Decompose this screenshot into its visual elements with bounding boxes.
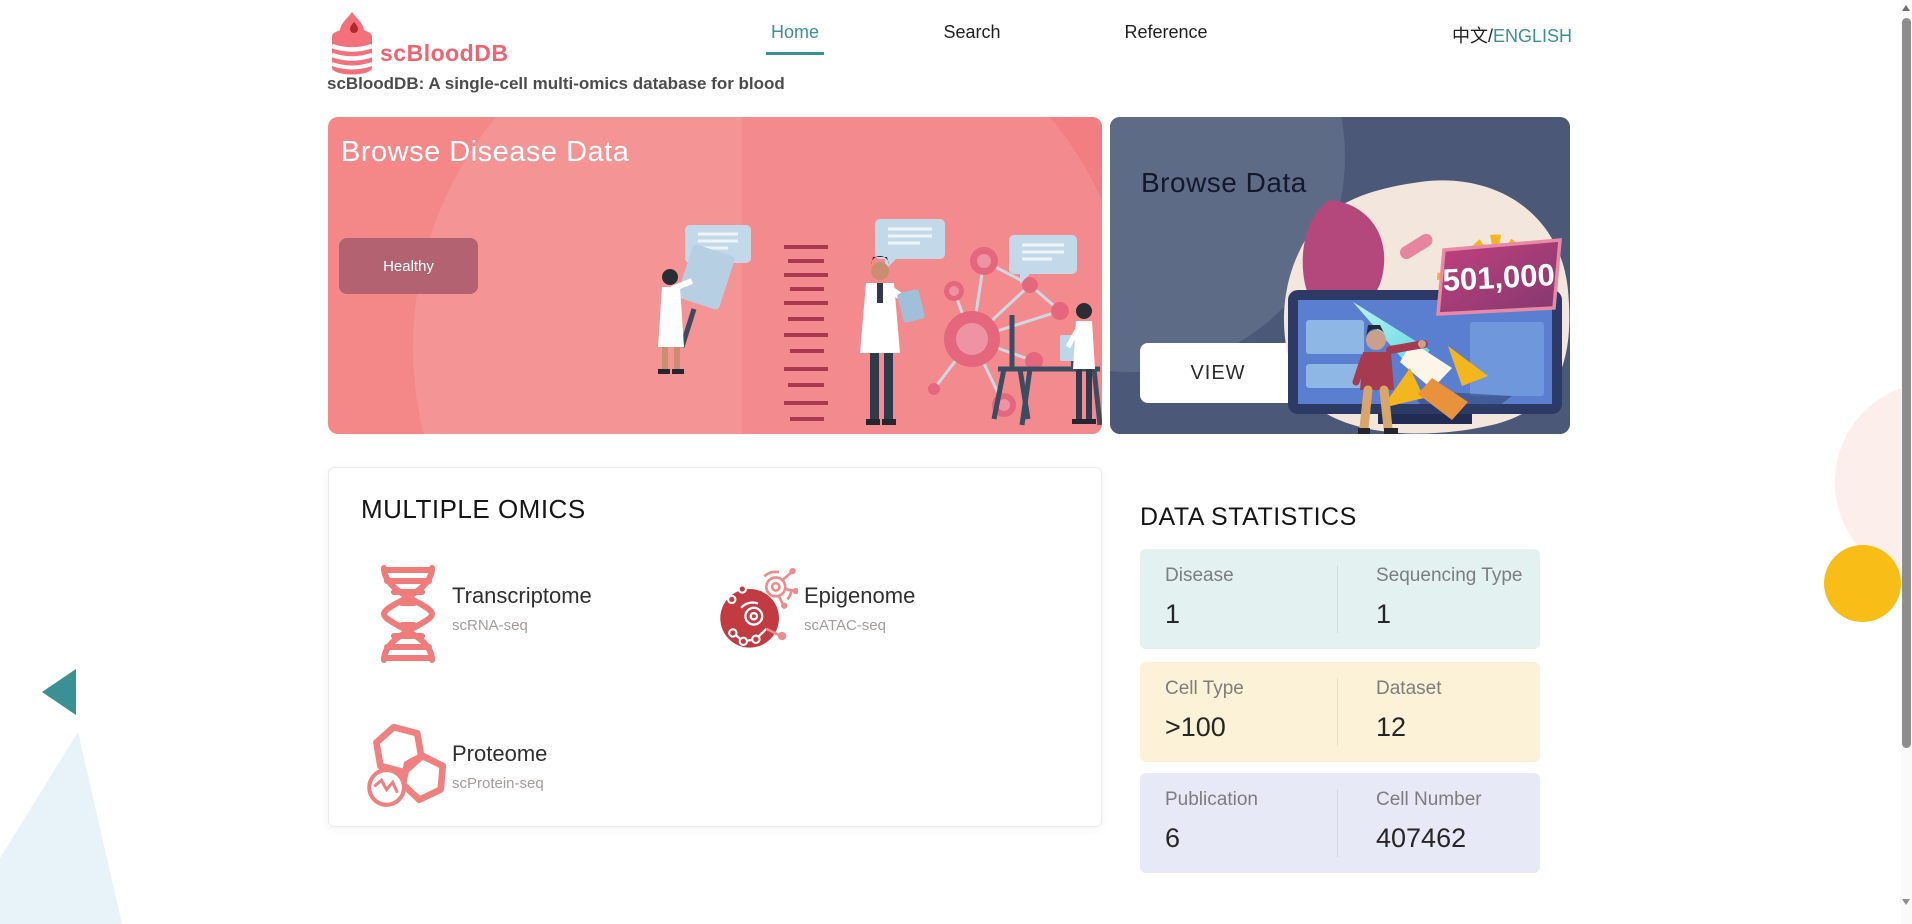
- side-circle-yellow-decoration: [1824, 545, 1901, 622]
- omics-section-title: MULTIPLE OMICS: [361, 494, 586, 525]
- omics-item-transcriptome[interactable]: Transcriptome scRNA-seq: [452, 583, 592, 634]
- omics-method: scATAC-seq: [804, 617, 915, 634]
- site-tagline: scBloodDB: A single-cell multi-omics dat…: [327, 74, 785, 94]
- omics-name: Proteome: [452, 741, 547, 767]
- omics-item-epigenome[interactable]: Epigenome scATAC-seq: [804, 583, 915, 634]
- brand-name: scBloodDB: [380, 40, 508, 67]
- stat-label: Cell Type: [1165, 678, 1244, 700]
- nav-item-reference-label: Reference: [1124, 22, 1207, 42]
- carousel-prev-arrow[interactable]: [42, 669, 76, 715]
- stat-label: Cell Number: [1376, 789, 1482, 811]
- language-english-link[interactable]: ENGLISH: [1493, 26, 1572, 46]
- stat-value: 1: [1376, 599, 1391, 630]
- blood-drop-database-icon: [327, 12, 377, 76]
- omics-method: scRNA-seq: [452, 617, 592, 634]
- badge-number: 501,000: [1442, 257, 1556, 298]
- browse-disease-data-card: Browse Disease Data Healthy: [328, 117, 1102, 434]
- nav-item-home[interactable]: Home: [771, 22, 819, 43]
- stat-label: Dataset: [1376, 678, 1441, 700]
- stat-divider: [1337, 565, 1338, 633]
- stat-value: 6: [1165, 823, 1180, 854]
- stat-card-celltype-dataset: Cell Type >100 Dataset 12: [1140, 662, 1540, 762]
- corner-triangle-decoration: [0, 730, 130, 924]
- multiple-omics-card: MULTIPLE OMICS Transcriptome scRNA-seq: [328, 467, 1102, 827]
- stat-value: 1: [1165, 599, 1180, 630]
- nav-item-home-label: Home: [771, 22, 819, 42]
- language-chinese-link[interactable]: 中文: [1452, 26, 1488, 46]
- stat-label: Sequencing Type: [1376, 565, 1523, 587]
- stat-divider: [1337, 789, 1338, 857]
- statistics-section-title: DATA STATISTICS: [1140, 503, 1357, 532]
- browse-data-card: Browse Data VIEW: [1110, 117, 1570, 434]
- omics-name: Epigenome: [804, 583, 915, 609]
- stat-card-disease-sequencing: Disease 1 Sequencing Type 1: [1140, 549, 1540, 649]
- nav-item-search[interactable]: Search: [943, 22, 1000, 43]
- stat-value: 12: [1376, 712, 1406, 743]
- stat-divider: [1337, 678, 1338, 746]
- disease-card-title: Browse Disease Data: [341, 136, 629, 169]
- omics-method: scProtein-seq: [452, 775, 547, 792]
- scrollbar-thumb[interactable]: [1902, 18, 1911, 748]
- stat-value: 407462: [1376, 823, 1466, 854]
- omics-name: Transcriptome: [452, 583, 592, 609]
- active-tab-underline: [766, 52, 824, 55]
- nav-item-reference[interactable]: Reference: [1124, 22, 1207, 43]
- stat-card-publication-cellnumber: Publication 6 Cell Number 407462: [1140, 773, 1540, 873]
- language-switcher: 中文/ENGLISH: [1452, 22, 1572, 48]
- protein-hexagons-icon[interactable]: [362, 720, 450, 814]
- cell-network-icon[interactable]: [718, 568, 798, 656]
- page: scBloodDB scBloodDB: A single-cell multi…: [0, 0, 1912, 924]
- healthy-button[interactable]: Healthy: [339, 238, 478, 294]
- vertical-scrollbar[interactable]: [1901, 0, 1912, 924]
- omics-item-proteome[interactable]: Proteome scProtein-seq: [452, 741, 547, 792]
- nav-item-search-label: Search: [943, 22, 1000, 42]
- scientists-research-illustration: [632, 219, 1102, 434]
- stat-value: >100: [1165, 712, 1226, 743]
- stat-label: Publication: [1165, 789, 1258, 811]
- scrollbar-up-arrow[interactable]: [1902, 5, 1910, 11]
- dna-helix-icon[interactable]: [367, 564, 449, 664]
- stat-label: Disease: [1165, 565, 1234, 587]
- scrollbar-down-arrow[interactable]: [1902, 899, 1910, 905]
- rocket-launch-dashboard-illustration: 501,000: [1260, 172, 1570, 434]
